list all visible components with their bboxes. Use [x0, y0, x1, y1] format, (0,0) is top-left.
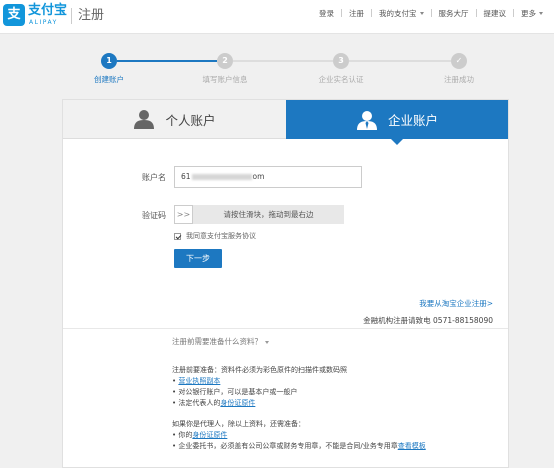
progress-line-2	[233, 60, 333, 62]
masked-value	[191, 174, 252, 180]
nav-my-alipay-label: 我的支付宝	[379, 8, 417, 18]
chevron-down-icon	[419, 12, 424, 15]
slider-hint: 请按住滑块，拖动到最右边	[223, 210, 314, 219]
list-item: • 企业委托书，必须盖有公司公章或财务专用章，不能是合同/业务专用章查看模板	[172, 441, 502, 452]
registration-card: 个人账户 企业账户 账户名 61 om 验证码 >> 请按住滑块，拖动到最右边 我…	[62, 99, 509, 468]
agreement-checkbox[interactable]	[174, 232, 181, 240]
progress-line-1	[117, 60, 217, 62]
prep-materials-label: 注册前需要准备什么资料？	[172, 337, 262, 346]
business-license-link[interactable]: 营业执照副本	[178, 377, 220, 385]
step-4-check-icon: ✓	[451, 53, 467, 69]
chevron-down-icon	[539, 12, 543, 15]
tab-enterprise-label: 企业账户	[387, 113, 438, 128]
nav-register[interactable]: 注册	[342, 8, 371, 19]
nav-more-label: 更多	[521, 8, 536, 18]
agreement-row: 我同意支付宝服务协议	[174, 231, 256, 241]
logo-text-cn: 支付宝	[28, 3, 68, 18]
doc-item-text: 你的	[178, 431, 193, 439]
step-4-label: 注册成功	[444, 75, 474, 84]
header-divider	[71, 8, 72, 24]
account-name-suffix: om	[252, 172, 265, 181]
list-item: • 对公银行账户，可以是基本户或一般户	[172, 387, 502, 398]
top-nav: 登录 注册 我的支付宝 服务大厅 提建议 更多	[312, 7, 550, 19]
step-2-marker: 2	[217, 53, 233, 69]
top-header: 支 支付宝 ALIPAY 注册 登录 注册 我的支付宝 服务大厅 提建议 更多	[0, 0, 554, 34]
account-name-prefix: 61	[181, 172, 191, 181]
agent-intro: 如果你是代理人，除以上资料，还需准备：	[172, 420, 305, 428]
page-title: 注册	[78, 8, 105, 23]
next-step-button[interactable]: 下一步	[174, 249, 222, 268]
view-template-link[interactable]: 查看模板	[398, 442, 426, 450]
alipay-logo[interactable]: 支 支付宝 ALIPAY	[3, 3, 67, 30]
registration-progress: 1 2 3 ✓ 创建账户 填写账户信息 企业实名认证 注册成功	[0, 34, 554, 90]
section-divider	[63, 328, 508, 329]
doc-item-text: 企业委托书，必须盖有公司公章或财务专用章，不能是合同/业务专用章	[178, 442, 398, 450]
slider-handle[interactable]: >>	[174, 205, 193, 224]
legal-rep-id-link[interactable]: 身份证原件	[220, 399, 255, 407]
step-2-label: 填写账户信息	[202, 75, 248, 84]
chevron-down-icon	[265, 340, 269, 344]
required-documents: 注册前要准备：资料件必须为彩色原件的扫描件或数码照 • 营业执照副本 • 对公银…	[172, 365, 502, 452]
active-tab-pointer	[391, 139, 403, 145]
account-name-label: 账户名	[142, 173, 166, 182]
alipay-logo-icon: 支	[3, 4, 25, 26]
progress-line-3	[349, 60, 451, 62]
prep-materials-toggle[interactable]: 注册前需要准备什么资料？	[172, 336, 269, 347]
business-person-icon	[356, 110, 377, 130]
doc-item-text: 对公银行账户，可以是基本户或一般户	[178, 388, 298, 396]
docs-intro-note: 资料件必须为彩色原件的扫描件或数码照	[221, 366, 347, 374]
nav-my-alipay[interactable]: 我的支付宝	[372, 8, 431, 19]
step-3-marker: 3	[333, 53, 349, 69]
docs-intro: 注册前要准备：资料件必须为彩色原件的扫描件或数码照	[172, 365, 502, 376]
nav-login[interactable]: 登录	[312, 8, 341, 19]
nav-feedback[interactable]: 提建议	[477, 8, 514, 19]
list-item: • 法定代表人的身份证原件	[172, 398, 502, 409]
tab-enterprise-account[interactable]: 企业账户	[286, 100, 508, 139]
account-type-tabs: 个人账户 企业账户	[63, 100, 508, 139]
slider-captcha: >> 请按住滑块，拖动到最右边	[174, 205, 344, 224]
nav-more[interactable]: 更多	[514, 8, 550, 19]
agreement-text[interactable]: 我同意支付宝服务协议	[186, 231, 256, 241]
logo-text-en: ALIPAY	[29, 19, 58, 26]
doc-item-text: 法定代表人的	[178, 399, 221, 407]
captcha-label: 验证码	[142, 211, 166, 220]
financial-institution-phone: 金融机构注册请致电 0571-88158090	[363, 316, 493, 325]
tab-personal-account[interactable]: 个人账户	[63, 100, 286, 139]
person-icon	[134, 110, 155, 129]
account-name-input[interactable]: 61 om	[174, 166, 362, 188]
step-1-label: 创建账户	[94, 75, 124, 84]
taobao-enterprise-register-link[interactable]: 我要从淘宝企业注册>	[419, 298, 493, 309]
docs-intro-label: 注册前要准备：	[172, 366, 221, 374]
nav-service-hall[interactable]: 服务大厅	[432, 8, 476, 19]
tab-personal-label: 个人账户	[165, 112, 216, 128]
list-item: • 营业执照副本	[172, 376, 502, 387]
step-3-label: 企业实名认证	[318, 75, 364, 84]
agent-id-link[interactable]: 身份证原件	[192, 431, 227, 439]
list-item: • 你的身份证原件	[172, 430, 502, 441]
step-1-marker: 1	[101, 53, 117, 69]
